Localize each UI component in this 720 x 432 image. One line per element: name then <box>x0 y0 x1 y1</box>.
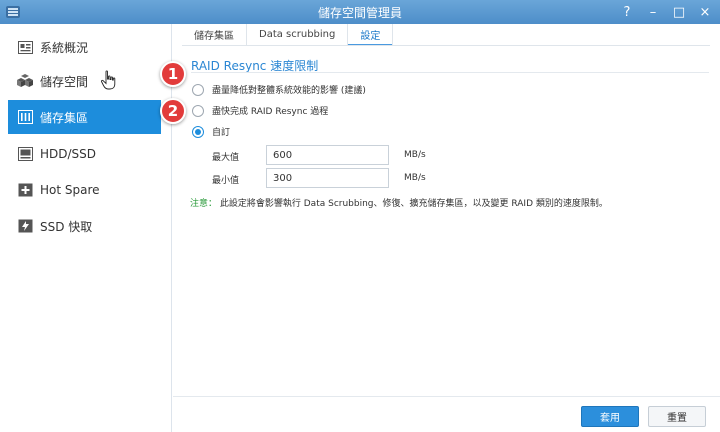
radio-button[interactable] <box>192 83 204 96</box>
sidebar-item-hot-spare[interactable]: Hot Spare <box>8 173 161 207</box>
radio-button[interactable] <box>192 104 204 117</box>
radio-option-fastest[interactable]: 盡快完成 RAID Resync 過程 <box>192 104 328 117</box>
sidebar-item-label: 儲存集區 <box>40 110 89 125</box>
sidebar-item-hdd-ssd[interactable]: HDD/SSD <box>8 137 161 171</box>
radio-option-lower-impact[interactable]: 盡量降低對整體系統效能的影響 (建議) <box>192 83 366 96</box>
sidebar-item-label: SSD 快取 <box>40 219 93 234</box>
sidebar-item-overview[interactable]: 系統概況 <box>8 30 161 64</box>
max-value-label: 最大值 <box>212 153 240 163</box>
max-unit-label: MB/s <box>404 150 426 160</box>
sidebar-item-label: HDD/SSD <box>40 147 97 161</box>
minimize-button[interactable]: – <box>644 2 662 22</box>
ssd-cache-icon <box>17 218 33 234</box>
radio-label: 盡量降低對整體系統效能的影響 (建議) <box>212 86 366 96</box>
min-unit-label: MB/s <box>404 173 426 183</box>
tab-bar: 儲存集區 Data scrubbing 設定 <box>182 24 394 46</box>
sidebar-item-volume[interactable]: 儲存空間 <box>8 64 161 98</box>
apply-button[interactable]: 套用 <box>581 406 639 427</box>
hot-spare-icon <box>17 182 33 198</box>
hand-cursor-icon <box>100 70 116 90</box>
overview-icon <box>17 39 33 55</box>
min-value-input[interactable] <box>266 168 389 188</box>
sidebar-item-storage-pool[interactable]: 儲存集區 <box>8 100 161 134</box>
sidebar-item-label: 儲存空間 <box>40 74 89 89</box>
disk-icon <box>17 146 33 162</box>
max-value-input[interactable] <box>266 145 389 165</box>
sidebar-item-label: 系統概況 <box>40 40 89 55</box>
window-title: 儲存空間管理員 <box>317 6 402 20</box>
radio-label: 自訂 <box>212 128 231 138</box>
volume-icon <box>17 73 33 89</box>
tab-data-scrubbing[interactable]: Data scrubbing <box>247 24 349 45</box>
close-button[interactable]: × <box>696 2 714 22</box>
reset-button[interactable]: 重置 <box>648 406 706 427</box>
note-body: 此設定將會影響執行 Data Scrubbing、修復、擴充儲存集區，以及變更 … <box>219 199 608 209</box>
title-bar: 儲存空間管理員 ? – □ × <box>0 0 720 24</box>
section-divider <box>191 72 709 73</box>
radio-label: 盡快完成 RAID Resync 過程 <box>212 107 329 117</box>
tab-storage-pool[interactable]: 儲存集區 <box>182 24 247 45</box>
sidebar: 系統概況 儲存空間 儲存集區 HDD/SSD Hot Spare SSD 快取 <box>0 24 172 432</box>
footer-divider <box>173 396 720 397</box>
sidebar-item-ssd-cache[interactable]: SSD 快取 <box>8 209 161 243</box>
storage-pool-icon <box>17 109 33 125</box>
sidebar-item-label: Hot Spare <box>40 183 100 197</box>
min-value-label: 最小值 <box>212 176 240 186</box>
radio-option-custom[interactable]: 自訂 <box>192 125 230 138</box>
help-button[interactable]: ? <box>618 2 636 22</box>
annotation-badge-1: 1 <box>160 61 186 87</box>
note-text: 注意： 此設定將會影響執行 Data Scrubbing、修復、擴充儲存集區，以… <box>190 196 608 209</box>
tab-divider <box>182 45 710 46</box>
tab-settings[interactable]: 設定 <box>348 24 394 46</box>
annotation-badge-2: 2 <box>160 98 186 124</box>
maximize-button[interactable]: □ <box>670 2 688 22</box>
radio-button-checked[interactable] <box>192 125 204 138</box>
note-keyword: 注意： <box>190 199 218 209</box>
